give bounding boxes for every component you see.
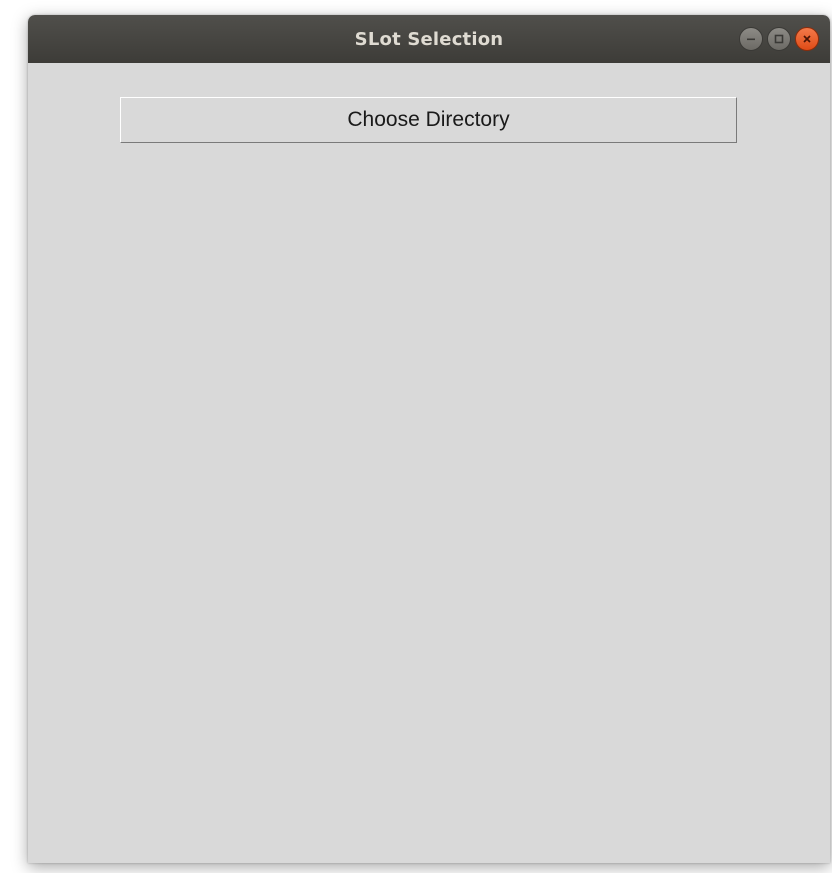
window-content: Choose Directory xyxy=(28,63,830,863)
maximize-button[interactable] xyxy=(767,27,791,51)
maximize-icon xyxy=(774,34,784,44)
window-title: SLot Selection xyxy=(354,28,504,50)
title-bar[interactable]: SLot Selection xyxy=(28,15,830,63)
close-icon xyxy=(803,35,811,43)
choose-directory-button[interactable]: Choose Directory xyxy=(120,97,737,143)
minimize-button[interactable] xyxy=(739,27,763,51)
close-button[interactable] xyxy=(795,27,819,51)
desktop: SLot Selection Choose Directory xyxy=(0,0,832,873)
minimize-icon xyxy=(747,38,755,41)
app-window: SLot Selection Choose Directory xyxy=(28,15,830,863)
window-controls xyxy=(739,27,819,51)
